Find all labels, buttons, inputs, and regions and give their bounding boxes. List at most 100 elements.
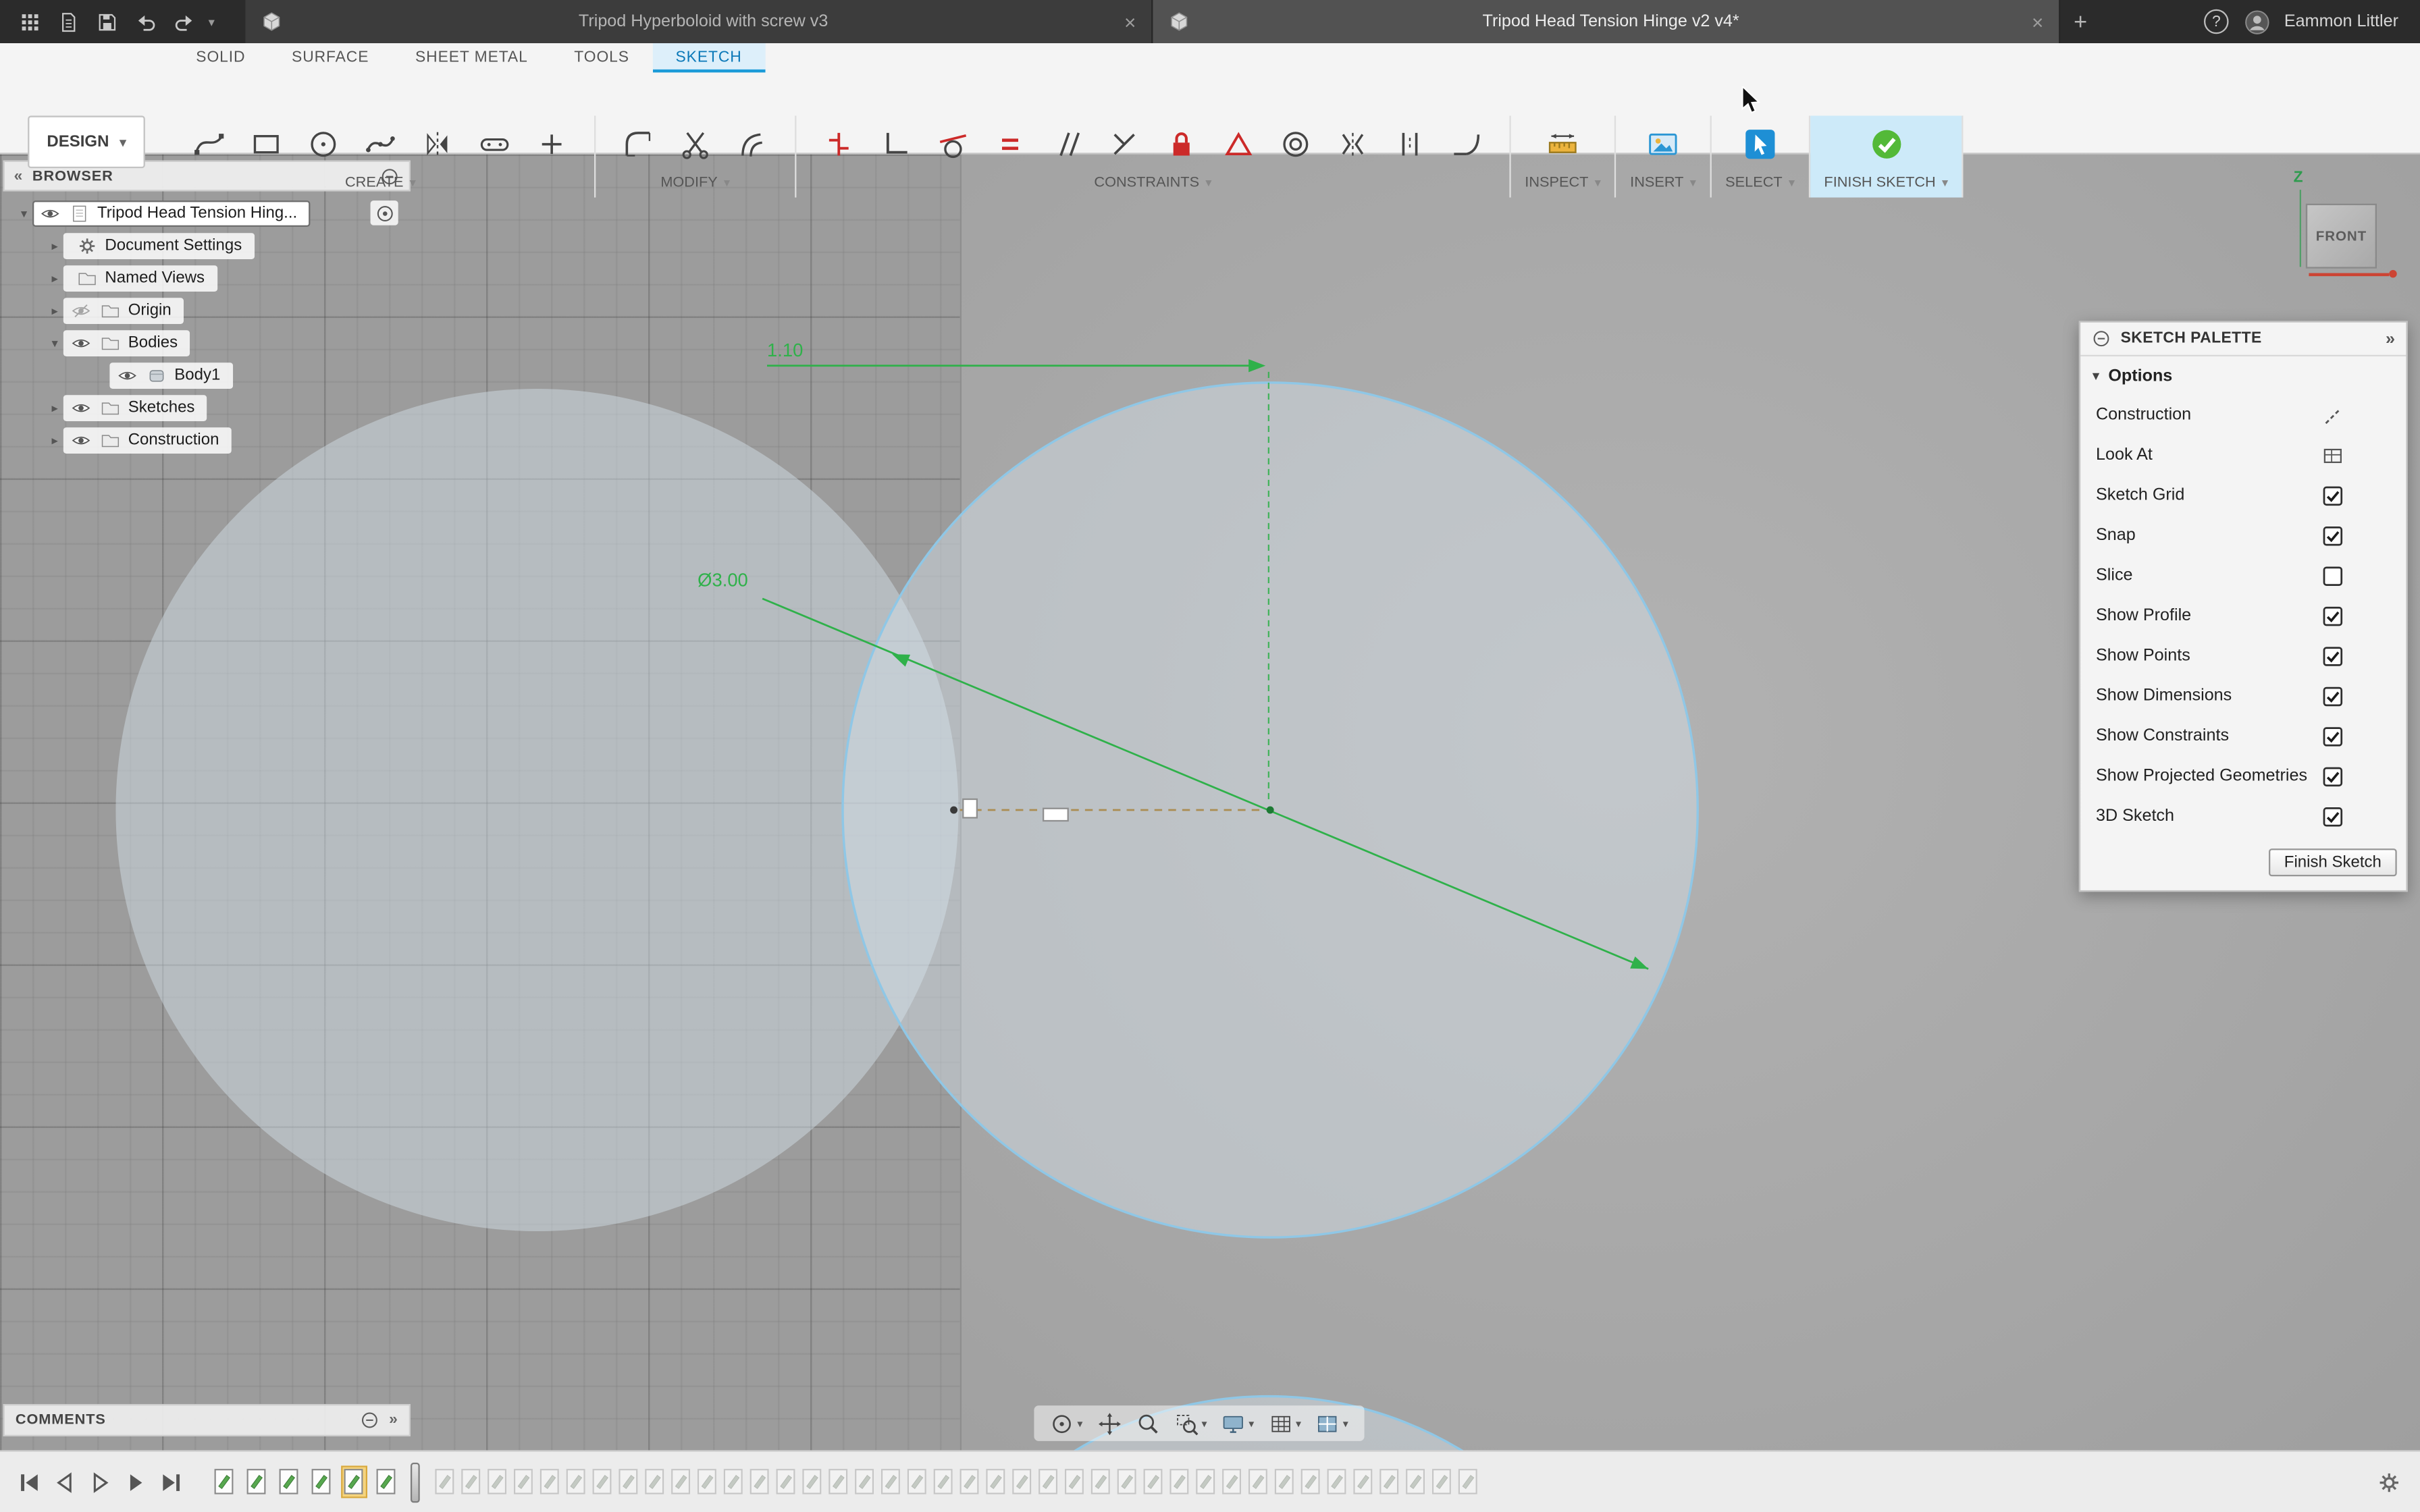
mirror-tool-icon[interactable] <box>409 117 467 170</box>
timeline-feature-icon[interactable] <box>565 1467 588 1496</box>
timeline-feature-icon[interactable] <box>1168 1467 1191 1496</box>
timeline-feature-icon[interactable] <box>696 1467 719 1496</box>
playback-button[interactable] <box>122 1468 150 1496</box>
visibility-eye-icon[interactable] <box>38 203 61 223</box>
c-perp-tool-icon[interactable] <box>1096 117 1153 170</box>
timeline-position-marker[interactable] <box>411 1462 420 1502</box>
expand-arrow-icon[interactable]: ▸ <box>47 400 63 414</box>
option-control[interactable] <box>2321 484 2344 507</box>
ribbon-group-label[interactable]: INSPECT▾ <box>1525 174 1600 191</box>
playback-button[interactable] <box>16 1468 43 1496</box>
timeline-feature-icon[interactable] <box>827 1467 850 1496</box>
c-symmetry-tool-icon[interactable] <box>1324 117 1382 170</box>
circle-center-tool-icon[interactable] <box>295 117 352 170</box>
minimize-panel-icon[interactable] <box>360 1410 380 1430</box>
spline-tool-icon[interactable] <box>180 117 238 170</box>
expand-arrow-icon[interactable]: ▸ <box>47 433 63 447</box>
timeline-feature-icon[interactable] <box>643 1467 666 1496</box>
playback-button[interactable] <box>86 1468 114 1496</box>
c-curvature-tool-icon[interactable] <box>1438 117 1496 170</box>
finish-sketch-button[interactable]: Finish Sketch <box>2269 848 2397 876</box>
timeline-feature-icon[interactable] <box>853 1467 876 1496</box>
expand-arrow-icon[interactable]: ▾ <box>47 335 63 350</box>
user-name[interactable]: Eammon Littler <box>2284 12 2398 30</box>
timeline-feature-icon[interactable] <box>1037 1467 1060 1496</box>
ribbon-tab[interactable]: SURFACE <box>269 43 392 72</box>
trim-tool-icon[interactable] <box>666 117 724 170</box>
visibility-eye-icon[interactable] <box>70 300 93 321</box>
image-tool-icon[interactable] <box>1635 117 1692 170</box>
ribbon-tab[interactable]: SHEET METAL <box>392 43 551 72</box>
chevron-down-icon[interactable]: ▾ <box>209 15 215 29</box>
browser-row[interactable]: ▸ Named Views <box>3 263 411 294</box>
nav-tool-button[interactable]: ▾ <box>1043 1408 1088 1439</box>
browser-row[interactable]: ▸ Origin <box>3 295 411 326</box>
timeline-feature-icon[interactable] <box>1273 1467 1296 1496</box>
expand-panel-icon[interactable]: » <box>389 1411 398 1428</box>
option-control[interactable] <box>2321 765 2344 788</box>
timeline-feature-icon[interactable] <box>958 1467 981 1496</box>
browser-row[interactable]: ▸ Document Settings <box>3 230 411 261</box>
ribbon-tab[interactable]: SKETCH <box>652 43 765 72</box>
option-control[interactable] <box>2321 684 2344 707</box>
document-tab[interactable]: Tripod Hyperboloid with screw v3 × <box>245 0 1153 43</box>
ribbon-group-label[interactable]: MODIFY▾ <box>660 174 730 191</box>
browser-item-label[interactable]: Bodies <box>128 333 178 352</box>
expand-panel-icon[interactable]: » <box>2386 329 2395 348</box>
rectangle-tool-icon[interactable] <box>238 117 295 170</box>
ribbon-tab[interactable]: TOOLS <box>551 43 652 72</box>
browser-item-label[interactable]: Body1 <box>174 366 220 384</box>
ribbon-group-label[interactable]: CREATE▾ <box>345 174 416 191</box>
timeline-feature-icon[interactable] <box>1404 1467 1427 1496</box>
slot-tool-icon[interactable] <box>466 117 523 170</box>
c-midpoint-tool-icon[interactable] <box>1210 117 1267 170</box>
ribbon-group-label[interactable]: CONSTRAINTS▾ <box>1094 174 1211 191</box>
visibility-eye-icon[interactable] <box>115 365 138 385</box>
timeline-feature-icon[interactable] <box>1142 1467 1165 1496</box>
expand-arrow-icon[interactable]: ▸ <box>47 238 63 252</box>
c-hv-tool-icon[interactable] <box>868 117 925 170</box>
view-cube-front-face[interactable]: FRONT <box>2306 204 2377 269</box>
timeline-feature-icon[interactable] <box>1116 1467 1139 1496</box>
option-control[interactable] <box>2321 644 2344 667</box>
timeline-feature-icon[interactable] <box>375 1467 398 1496</box>
timeline-feature-icon[interactable] <box>1011 1467 1034 1496</box>
document-tab[interactable]: Tripod Head Tension Hinge v2 v4* × <box>1153 0 2060 43</box>
nav-tool-button[interactable]: ▾ <box>1167 1408 1213 1439</box>
visibility-eye-icon[interactable] <box>70 430 93 450</box>
browser-item-label[interactable]: Document Settings <box>105 236 242 254</box>
finish-tool-icon[interactable] <box>1858 117 1915 170</box>
c-coincident-tool-icon[interactable] <box>810 117 868 170</box>
option-control[interactable] <box>2321 604 2344 627</box>
c-collinear-tool-icon[interactable] <box>1382 117 1439 170</box>
timeline-feature-icon[interactable] <box>460 1467 483 1496</box>
option-control[interactable] <box>2321 443 2344 466</box>
timeline-feature-icon[interactable] <box>512 1467 535 1496</box>
activate-component-icon[interactable] <box>371 200 398 225</box>
timeline-feature-icon[interactable] <box>433 1467 456 1496</box>
timeline-feature-icon[interactable] <box>1221 1467 1244 1496</box>
point-tool-icon[interactable] <box>523 117 581 170</box>
minimize-panel-icon[interactable] <box>2091 329 2111 349</box>
comments-panel[interactable]: COMMENTS » <box>3 1404 411 1436</box>
timeline-feature-icon[interactable] <box>774 1467 797 1496</box>
expand-arrow-icon[interactable]: ▸ <box>47 271 63 285</box>
c-concentric-tool-icon[interactable] <box>1267 117 1325 170</box>
timeline-feature-icon[interactable] <box>1300 1467 1323 1496</box>
timeline-feature-icon[interactable] <box>1378 1467 1401 1496</box>
timeline-feature-icon[interactable] <box>310 1467 333 1496</box>
select-tool-icon[interactable] <box>1731 117 1789 170</box>
browser-row[interactable]: ▾ Bodies <box>3 327 411 358</box>
fillet-tool-icon[interactable] <box>610 117 667 170</box>
option-control[interactable] <box>2321 564 2344 587</box>
timeline-feature-icon[interactable] <box>880 1467 903 1496</box>
option-control[interactable] <box>2321 524 2344 547</box>
timeline-feature-icon[interactable] <box>278 1467 300 1496</box>
collapse-panel-icon[interactable]: « <box>14 167 24 184</box>
browser-row[interactable]: ▾ Tripod Head Tension Hing... <box>3 198 411 229</box>
ribbon-tab[interactable]: SOLID <box>173 43 269 72</box>
workspace-switcher[interactable]: DESIGN ▾ <box>28 115 145 168</box>
titlebar-icon[interactable] <box>54 7 82 35</box>
timeline-feature-icon[interactable] <box>342 1467 365 1496</box>
timeline-feature-icon[interactable] <box>486 1467 509 1496</box>
